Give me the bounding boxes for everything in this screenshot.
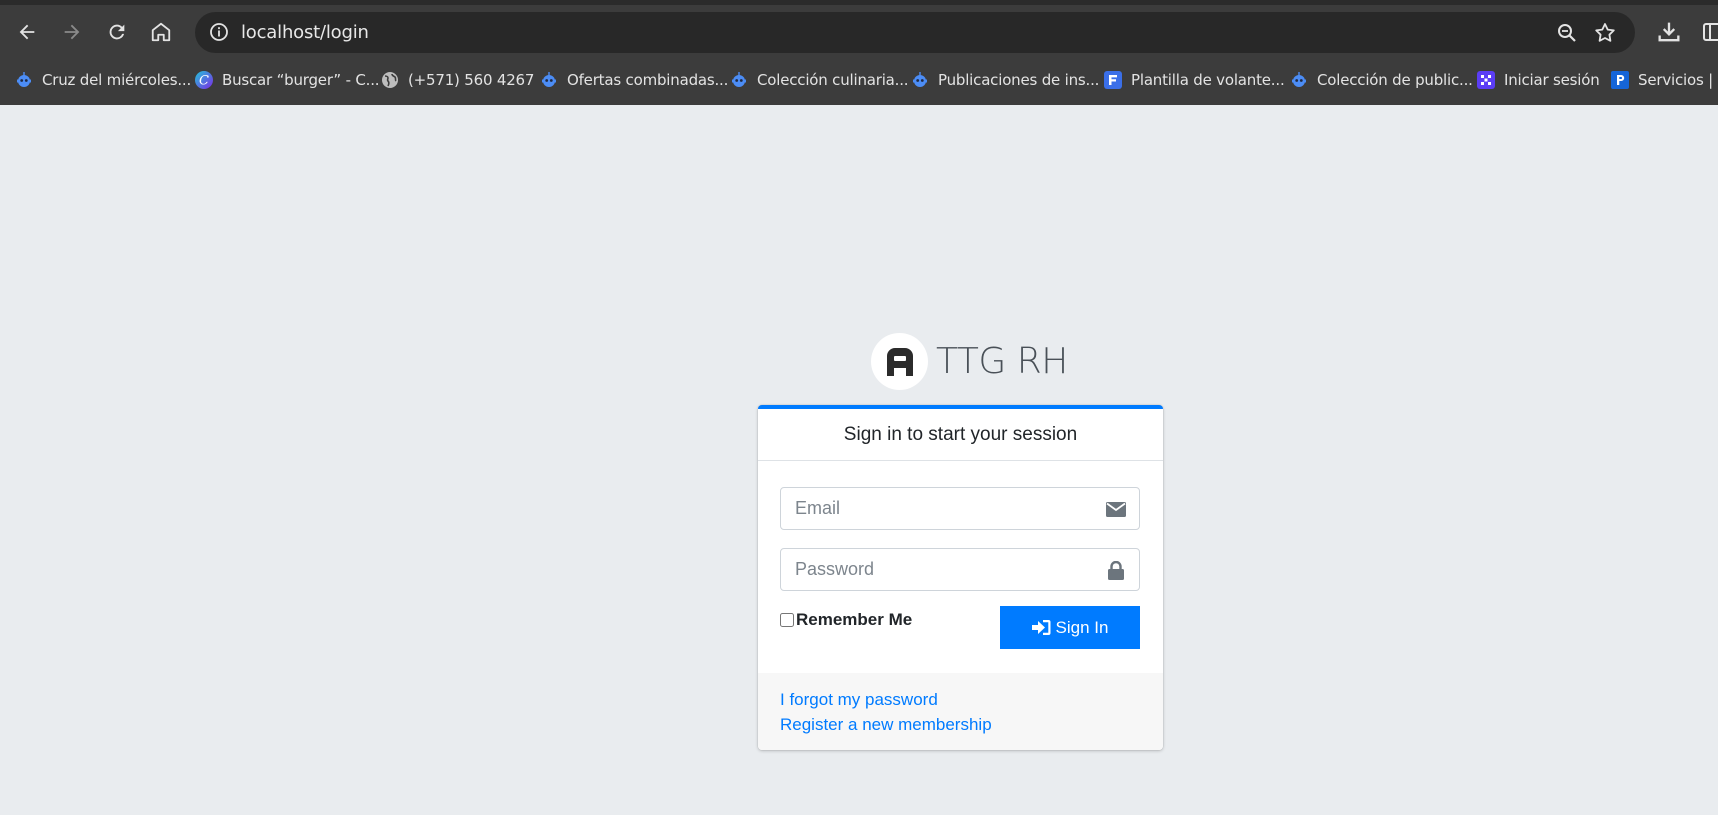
arrow-right-icon	[64, 24, 80, 40]
services-icon	[1610, 70, 1630, 90]
address-bar[interactable]: localhost/login	[195, 12, 1635, 53]
canva-icon: C	[194, 70, 214, 90]
tab-strip	[0, 0, 1718, 5]
bookmark-item[interactable]: Colección de public...	[1289, 68, 1473, 92]
globe-icon	[380, 70, 400, 90]
bookmarks-bar: Cruz del miércoles... C Buscar “burger” …	[0, 62, 1718, 98]
flyer-icon	[1103, 70, 1123, 90]
password-input[interactable]	[795, 549, 1085, 590]
star-icon[interactable]	[1593, 21, 1617, 45]
reload-icon	[109, 24, 125, 40]
zoom-icon[interactable]	[1555, 21, 1579, 45]
back-button[interactable]	[10, 15, 44, 49]
bookmark-item[interactable]: (+571) 560 4267	[380, 68, 534, 92]
lock-icon	[1105, 560, 1127, 580]
forgot-password-link[interactable]: I forgot my password	[780, 690, 938, 710]
robot-bookmark-icon	[1289, 70, 1309, 90]
browser-chrome: localhost/login Cruz del miércoles... C …	[0, 0, 1718, 105]
robot-bookmark-icon	[539, 70, 559, 90]
reload-button[interactable]	[100, 15, 134, 49]
robot-bookmark-icon	[729, 70, 749, 90]
password-field	[780, 548, 1140, 591]
sign-in-label: Sign In	[1055, 617, 1109, 637]
remember-checkbox[interactable]	[780, 613, 794, 627]
arrow-left-icon	[19, 24, 35, 40]
bookmark-item[interactable]: Plantilla de volante...	[1103, 68, 1285, 92]
brand-name: TTG RH	[936, 340, 1068, 382]
bookmark-item[interactable]: Iniciar sesión	[1476, 68, 1600, 92]
bookmark-item[interactable]: Ofertas combinadas...	[539, 68, 728, 92]
forward-button[interactable]	[55, 15, 89, 49]
bookmark-item[interactable]: Servicios | C	[1610, 68, 1718, 92]
svg-text:C: C	[199, 74, 209, 89]
side-panel-icon[interactable]	[1701, 20, 1718, 44]
robot-bookmark-icon	[910, 70, 930, 90]
home-icon	[151, 22, 171, 42]
letter-a-logo-icon	[871, 332, 928, 390]
login-card-header: Sign in to start your session	[758, 409, 1163, 461]
bookmark-item[interactable]: Publicaciones de ins...	[910, 68, 1099, 92]
bookmark-item[interactable]: Colección culinaria...	[729, 68, 909, 92]
login-app-icon	[1476, 70, 1496, 90]
bookmark-item[interactable]: Cruz del miércoles...	[14, 68, 191, 92]
email-field	[780, 487, 1140, 530]
register-link[interactable]: Register a new membership	[780, 715, 992, 735]
home-button[interactable]	[144, 15, 178, 49]
login-message: Sign in to start your session	[843, 423, 1078, 445]
bookmark-item[interactable]: C Buscar “burger” - C...	[194, 68, 380, 92]
remember-me: Remember Me	[780, 610, 912, 630]
sign-in-icon	[1031, 620, 1051, 635]
login-card: Sign in to start your session Remember M…	[758, 405, 1163, 750]
info-icon[interactable]	[209, 22, 229, 42]
download-icon[interactable]	[1655, 18, 1683, 46]
robot-bookmark-icon	[14, 70, 34, 90]
sign-in-button[interactable]: Sign In	[1000, 606, 1140, 649]
login-card-footer: I forgot my password Register a new memb…	[758, 673, 1163, 750]
url-text[interactable]: localhost/login	[241, 22, 369, 43]
envelope-icon	[1105, 499, 1127, 519]
remember-label[interactable]: Remember Me	[796, 610, 912, 630]
email-input[interactable]	[795, 488, 1085, 529]
brand-logo-link[interactable]: TTG RH	[871, 332, 1068, 390]
